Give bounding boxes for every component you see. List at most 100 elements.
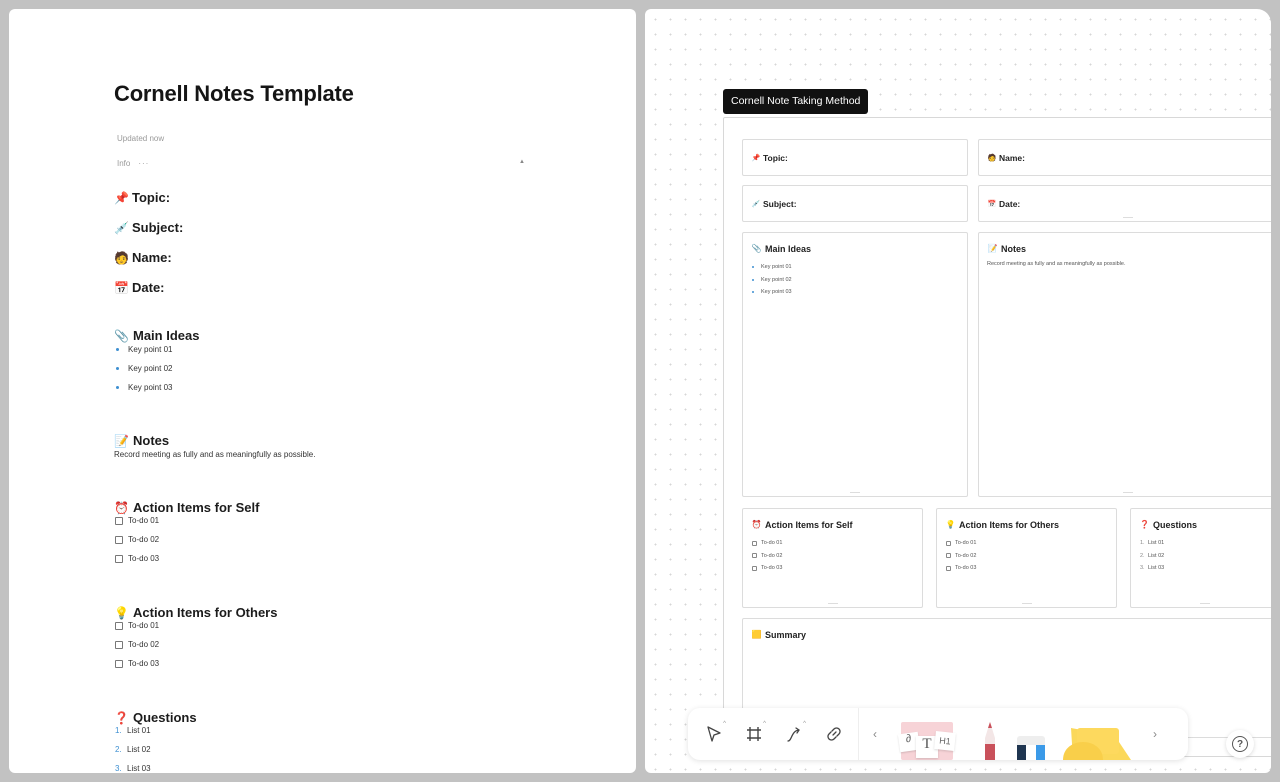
- toolbar-next-button[interactable]: ›: [1145, 727, 1165, 741]
- field-name[interactable]: 🧑 Name:: [114, 250, 172, 265]
- checkbox[interactable]: [115, 659, 123, 668]
- questions-card[interactable]: ❓ Questions 1. List 01 2. List 02 3. List 0…: [1130, 508, 1271, 608]
- notes-card[interactable]: 📝 Notes Record meeting as fully and as m…: [978, 232, 1271, 497]
- select-tool-button[interactable]: ^: [694, 714, 734, 754]
- main-ideas-heading: 📎 Main Ideas: [751, 244, 812, 254]
- resize-handle[interactable]: [850, 492, 860, 493]
- connector-tool-button[interactable]: ^: [774, 714, 814, 754]
- resize-handle[interactable]: [1200, 603, 1210, 604]
- more-icon[interactable]: ···: [138, 159, 149, 168]
- pencil-tool[interactable]: [975, 708, 1005, 760]
- todo-item[interactable]: To-do 03: [115, 654, 159, 673]
- heading-text: Notes: [1001, 244, 1027, 254]
- heading-text: Summary: [765, 630, 807, 640]
- cornell-frame[interactable]: 📌 Topic: 🧑 Name: 💉 Subject: 📅 Date: 📎 Ma…: [723, 117, 1271, 757]
- checkbox[interactable]: [946, 565, 951, 571]
- help-icon: ?: [1232, 736, 1248, 752]
- item-text: Key point 01: [128, 345, 173, 354]
- subject-card[interactable]: 💉 Subject:: [742, 185, 968, 222]
- topic-card[interactable]: 📌 Topic:: [742, 139, 968, 176]
- link-tool-button[interactable]: [814, 714, 854, 754]
- checkbox[interactable]: [752, 565, 757, 571]
- field-topic[interactable]: 📌 Topic:: [114, 190, 170, 205]
- eraser-tool[interactable]: [1013, 708, 1053, 760]
- numbered-item[interactable]: 1. List 01: [115, 721, 151, 740]
- checkbox[interactable]: [115, 516, 123, 525]
- todo-item[interactable]: To-do 03: [946, 562, 976, 575]
- checkbox[interactable]: [752, 553, 757, 559]
- todo-item[interactable]: To-do 03: [752, 562, 782, 575]
- notes-heading[interactable]: 📝 Notes: [114, 433, 169, 448]
- field-label: Date:: [132, 280, 165, 295]
- numbered-item[interactable]: 2. List 02: [115, 740, 151, 759]
- text-stickers-tool[interactable]: ∂ T H1: [895, 708, 965, 760]
- todo-item[interactable]: To-do 01: [115, 616, 159, 635]
- resize-handle[interactable]: [1123, 217, 1133, 218]
- toolbar-prev-button[interactable]: ‹: [865, 727, 885, 741]
- numbered-item[interactable]: 1. List 01: [1140, 537, 1164, 550]
- checkbox[interactable]: [946, 553, 951, 559]
- summary-heading: 🟨 Summary: [751, 630, 807, 640]
- shapes-sticky-tool[interactable]: [1059, 708, 1139, 760]
- todo-item[interactable]: To-do 02: [752, 550, 782, 563]
- todo-item[interactable]: To-do 01: [752, 537, 782, 550]
- numbered-item[interactable]: 2. List 02: [1140, 550, 1164, 563]
- date-card[interactable]: 📅 Date:: [978, 185, 1271, 222]
- calendar-icon: 📅: [114, 280, 129, 295]
- canvas-toolbar: ^ ^ ^ ‹ ∂ T H1 ›: [688, 708, 1188, 760]
- item-text: To-do 01: [128, 516, 160, 525]
- notes-paragraph[interactable]: Record meeting as fully and as meaningfu…: [114, 450, 315, 459]
- checkbox[interactable]: [115, 640, 123, 649]
- bullet-icon: [752, 278, 754, 281]
- resize-handle[interactable]: [1021, 603, 1032, 604]
- item-text: List 01: [1148, 540, 1165, 547]
- person-icon: 🧑: [987, 154, 997, 162]
- list-item[interactable]: Key point 02: [752, 274, 792, 287]
- list-item[interactable]: Key point 02: [115, 359, 172, 378]
- checkbox[interactable]: [752, 540, 757, 546]
- list-item[interactable]: Key point 03: [115, 378, 172, 397]
- item-number: 1.: [115, 726, 122, 735]
- caret-icon: ^: [763, 721, 766, 727]
- numbered-item[interactable]: 3. List 03: [1140, 562, 1164, 575]
- item-text: List 01: [127, 726, 151, 735]
- todo-item[interactable]: To-do 03: [115, 549, 159, 568]
- toolbar-divider: [858, 708, 859, 760]
- todo-item[interactable]: To-do 02: [946, 550, 976, 563]
- todo-item[interactable]: To-do 01: [946, 537, 976, 550]
- todo-item[interactable]: To-do 01: [115, 511, 159, 530]
- checkbox[interactable]: [115, 621, 123, 630]
- collapse-icon[interactable]: ▲: [519, 159, 525, 165]
- main-ideas-card[interactable]: 📎 Main Ideas Key point 01 Key point 02 K…: [742, 232, 968, 497]
- resize-handle[interactable]: [827, 603, 838, 604]
- checkbox[interactable]: [115, 554, 123, 563]
- person-icon: 🧑: [114, 250, 129, 265]
- list-item[interactable]: Key point 01: [115, 340, 172, 359]
- field-subject[interactable]: 💉 Subject:: [114, 220, 183, 235]
- name-card[interactable]: 🧑 Name:: [978, 139, 1271, 176]
- todo-item[interactable]: To-do 02: [115, 635, 159, 654]
- checkbox[interactable]: [115, 535, 123, 544]
- page-title[interactable]: Cornell Notes Template: [114, 81, 354, 107]
- numbered-item[interactable]: 3. List 03: [115, 759, 151, 773]
- list-item[interactable]: Key point 01: [752, 261, 792, 274]
- info-label[interactable]: Info: [117, 159, 130, 168]
- bullet-icon: [752, 291, 754, 294]
- list-item[interactable]: Key point 03: [752, 286, 792, 299]
- help-button[interactable]: ?: [1226, 730, 1254, 758]
- todo-item[interactable]: To-do 02: [115, 530, 159, 549]
- item-number: 2.: [115, 745, 122, 754]
- frame-tool-button[interactable]: ^: [734, 714, 774, 754]
- whiteboard-canvas[interactable]: Cornell Note Taking Method 📌 Topic: 🧑 Na…: [645, 9, 1271, 773]
- item-text: To-do 02: [761, 552, 783, 559]
- checkbox[interactable]: [946, 540, 951, 546]
- heading-text: Main Ideas: [765, 244, 812, 254]
- action-self-card[interactable]: ⏰ Action Items for Self To-do 01 To-do 0…: [742, 508, 923, 608]
- field-date[interactable]: 📅 Date:: [114, 280, 165, 295]
- sticky-note-icon: 🟨: [751, 630, 762, 639]
- frame-label[interactable]: Cornell Note Taking Method: [723, 89, 869, 114]
- field-label: Topic:: [763, 153, 788, 163]
- action-others-card[interactable]: 💡 Action Items for Others To-do 01 To-do…: [936, 508, 1117, 608]
- resize-handle[interactable]: [1123, 492, 1133, 493]
- item-text: List 03: [127, 764, 151, 773]
